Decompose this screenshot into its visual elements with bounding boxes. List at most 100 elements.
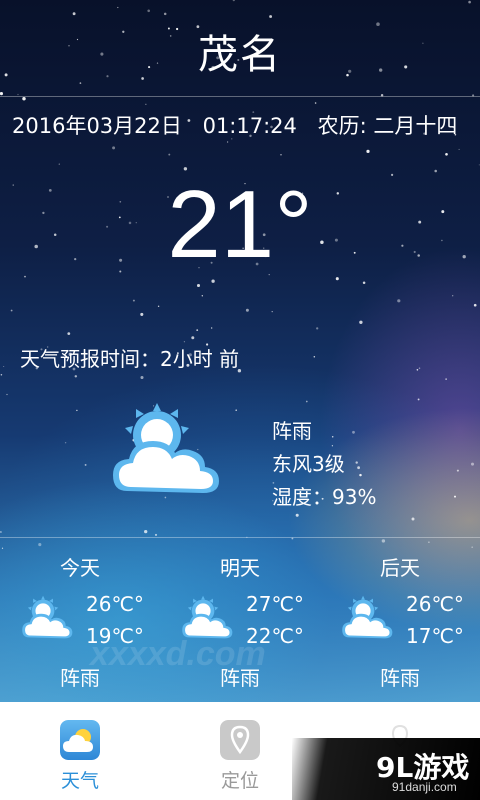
tab-label: 天气 [60,770,99,792]
star [269,15,273,18]
star [132,299,135,302]
star [417,398,420,401]
star [168,153,171,156]
star [84,463,87,466]
header-divider [0,96,480,97]
star [316,327,319,330]
star [458,148,460,150]
brand-watermark: 9L游戏 91danji.com [292,738,480,800]
star [145,103,147,105]
city-title[interactable]: 茂名 [0,22,480,80]
star [418,367,421,369]
star [58,163,60,165]
star [0,373,3,376]
weather-icon [60,720,100,760]
date-time-row: 2016年03月22日 01:17:24 农历: 二月十四 [12,110,457,140]
forecast-low-temp: 19℃° [86,624,144,648]
star [0,531,2,533]
star [201,295,203,297]
forecast-day-label: 明天 [220,556,260,580]
forecast-update-time: 天气预报时间：2小时 前 [20,347,240,371]
star [140,375,144,380]
partly-cloudy-icon [182,595,233,639]
star [226,141,229,143]
current-condition-text: 阵雨 [272,419,312,443]
watermark-url: 91danji.com [392,780,457,794]
star [191,336,195,340]
star [74,375,78,378]
star [397,299,401,303]
star [144,529,148,534]
wind-text: 东风3级 [272,452,345,476]
star [313,355,316,358]
forecast-low-temp: 22℃° [246,624,304,648]
star [305,400,308,403]
star [147,9,150,13]
star [232,0,235,2]
star [271,310,273,313]
star [196,329,199,331]
star [3,365,5,368]
date-text: 2016年03月22日 [12,114,182,138]
forecast-condition: 阵雨 [380,666,420,690]
star [140,312,144,316]
star [411,517,415,521]
star [359,320,363,324]
forecast-high-temp: 27℃° [246,592,304,616]
star [17,93,19,96]
weather-screen: 茂名 2016年03月22日 01:17:24 农历: 二月十四 21° 天气预… [0,0,480,800]
star [366,149,370,154]
star [468,0,471,4]
tab-weather[interactable]: 天气 [0,702,160,800]
location-icon [220,720,260,760]
star [157,305,160,307]
lunar-date-text: 农历: 二月十四 [317,114,458,138]
star [445,378,447,380]
star [117,6,119,9]
star [473,303,477,307]
star [416,369,419,371]
star [196,283,201,288]
star [76,409,78,412]
star [245,308,249,312]
star [452,295,454,297]
star [456,469,459,472]
humidity-text: 湿度：93% [272,485,377,509]
forecast-low-temp: 17℃° [406,624,464,648]
forecast-day-label: 今天 [60,556,100,580]
forecast-day-tomorrow[interactable]: 明天 27℃° 22℃° 阵雨 [160,540,320,700]
star [67,332,71,335]
star [235,409,237,412]
star [154,533,158,536]
partly-cloudy-icon [22,595,73,639]
star [163,12,167,16]
forecast-day-label: 后天 [380,556,420,580]
star [79,82,82,84]
star [10,309,13,312]
star [112,146,116,150]
forecast-condition: 阵雨 [220,666,260,690]
star [22,96,26,101]
forecast-condition: 阵雨 [60,666,100,690]
star [211,279,215,283]
star [362,281,366,285]
star [211,327,213,329]
star [280,154,282,156]
time-text: 01:17:24 [202,114,297,138]
star [295,513,299,517]
star [0,92,3,96]
forecast-day-after-tomorrow[interactable]: 后天 26℃° 17℃° 阵雨 [320,540,480,700]
forecast-row: 今天 26℃° 19℃° 阵雨 明天 27℃° 22℃° 阵雨 后天 26℃° … [0,540,480,700]
star [471,462,474,466]
star [72,12,76,16]
current-conditions: 阵雨 东风3级 湿度：93% [272,415,376,514]
forecast-divider [0,537,480,538]
partly-cloudy-icon [342,595,393,639]
current-temperature: 21° [167,171,313,278]
star [6,393,8,396]
partly-cloudy-icon [113,403,219,493]
star [64,441,67,444]
forecast-day-today[interactable]: 今天 26℃° 19℃° 阵雨 [0,540,160,700]
star [454,495,456,498]
star [445,152,448,156]
